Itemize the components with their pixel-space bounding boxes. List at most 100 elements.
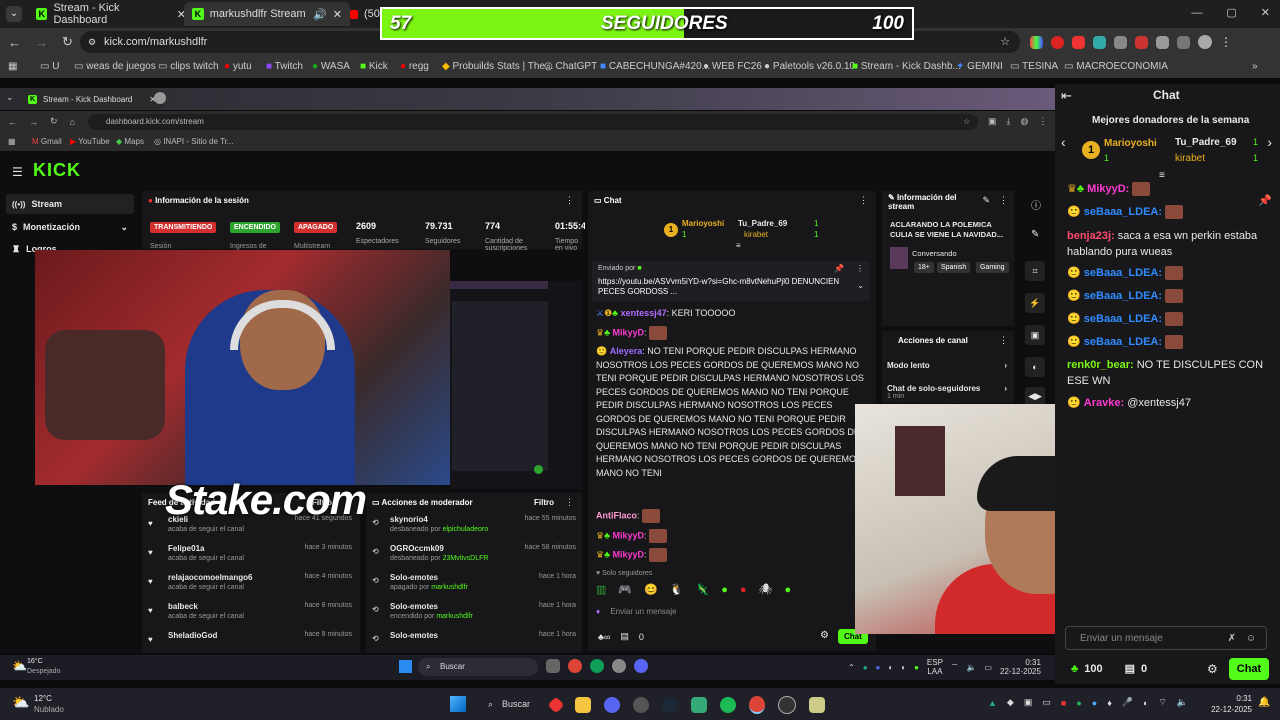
reading-list-icon[interactable] <box>1177 35 1190 49</box>
battery-icon[interactable]: ▭ <box>984 663 992 672</box>
bookmark-item[interactable]: ◆ Probuilds Stats | The... <box>442 61 553 72</box>
tray-app-icon[interactable]: ▭ <box>1042 697 1051 708</box>
extension-icon[interactable] <box>1114 35 1127 49</box>
steam-icon[interactable] <box>662 697 678 713</box>
wifi-icon[interactable]: ⌔ <box>1158 697 1166 708</box>
chat-username[interactable]: MikyyD <box>613 549 645 559</box>
mod-target[interactable]: Solo-emotes <box>390 631 438 640</box>
mod-target[interactable]: skynorio4 <box>390 515 428 524</box>
collapse-icon[interactable]: ≡ <box>736 241 741 250</box>
tab-search-icon[interactable]: ⌄ <box>6 6 22 22</box>
emoji-icon[interactable]: ☺ <box>1246 627 1256 651</box>
volume-icon[interactable]: 🔈 <box>966 663 976 672</box>
tray-app-icon[interactable]: ● <box>1092 698 1097 708</box>
apps-grid-icon[interactable]: ▦ <box>8 137 16 146</box>
tray-app-icon[interactable]: ▣ <box>1024 697 1033 708</box>
apps-grid-icon[interactable]: ▦ <box>8 61 17 72</box>
chat-username[interactable]: Aleyera <box>610 346 643 356</box>
bookmark-maps[interactable]: ◆ Maps <box>116 137 144 146</box>
inner-tab-kick-dashboard[interactable]: K Stream - Kick Dashboard ✕ <box>20 89 164 109</box>
menu-dots-icon[interactable]: ⋮ <box>565 195 574 206</box>
chevron-left-icon[interactable]: ‹ <box>1061 134 1066 150</box>
emote-icon[interactable]: ● <box>721 584 728 596</box>
action-slow-mode[interactable]: Modo lento › <box>887 361 1009 370</box>
app-icon[interactable] <box>547 696 565 714</box>
extension-icon[interactable] <box>1072 35 1085 49</box>
chrome-icon[interactable] <box>590 659 604 673</box>
menu-dots-icon[interactable]: ⋮ <box>1038 116 1047 127</box>
tray-app-icon[interactable]: ● <box>863 663 868 672</box>
emote-icon[interactable]: ▥ <box>596 583 606 596</box>
bookmark-item[interactable]: ■ Stream - Kick Dashb... <box>852 61 961 72</box>
download-icon[interactable]: ⤓ <box>1007 116 1011 127</box>
action-followers-only[interactable]: Chat de solo-seguidores › 1 min <box>887 384 1009 400</box>
new-tab-icon[interactable] <box>154 92 166 104</box>
taskbar-search[interactable]: ⌕ Buscar <box>480 694 540 714</box>
bookmark-item[interactable]: ■ Kick <box>360 61 388 72</box>
chrome-icon[interactable] <box>568 659 582 673</box>
profile-icon[interactable]: ◍ <box>1021 116 1029 127</box>
tray-app-icon[interactable]: ■ <box>1061 698 1066 708</box>
bookmark-item[interactable]: ▭ clips twitch <box>158 61 219 72</box>
spotify-icon[interactable] <box>720 697 736 713</box>
activity-user[interactable]: SheladioGod <box>168 631 217 640</box>
chat-username[interactable]: seBaaa_LDEA: <box>1084 336 1162 348</box>
mod-target[interactable]: OGROccmk09 <box>390 544 444 553</box>
emote-icon[interactable]: ● <box>785 584 792 596</box>
clock-time[interactable]: 0:31 <box>1025 658 1041 667</box>
tray-app-icon[interactable]: ▲ <box>988 698 997 708</box>
bookmark-item[interactable]: ● WEB FC26 <box>703 61 762 72</box>
chat-username[interactable]: seBaaa_LDEA: <box>1084 313 1162 325</box>
chat-username[interactable]: MikyyD: <box>1087 183 1129 195</box>
chat-username[interactable]: MikyyD <box>613 530 645 540</box>
bookmark-inapi[interactable]: ◎ INAPI - Sitio de Tr... <box>154 137 233 146</box>
info-icon[interactable]: ⓘ <box>1031 197 1041 212</box>
activity-user[interactable]: relajaocomoelmango6 <box>168 573 252 582</box>
app-icon[interactable] <box>809 697 825 713</box>
expand-icon[interactable]: ≡ <box>1159 170 1165 181</box>
chat-username[interactable]: AntiFlaco <box>596 510 637 520</box>
settings-gear-icon[interactable]: ⚙ <box>820 630 829 641</box>
chat-username[interactable]: renk0r_bear: <box>1067 359 1134 371</box>
menu-dots-icon[interactable]: ⋮ <box>999 335 1008 346</box>
tray-app-icon[interactable]: ◐ <box>888 663 893 672</box>
menu-dots-icon[interactable]: ⋮ <box>565 497 574 508</box>
nav-item-monetizacion[interactable]: $ Monetización ⌄ <box>6 218 134 236</box>
tab-search-icon[interactable]: ⌄ <box>6 92 14 103</box>
bookmark-item[interactable]: ▭ MACROECONOMIA <box>1064 61 1168 72</box>
bookmark-item[interactable]: ◎ ChatGPT <box>544 61 597 72</box>
tray-app-icon[interactable]: ● <box>876 663 881 672</box>
rail-button-icon[interactable]: ◐ <box>1025 357 1045 377</box>
emote-icon[interactable]: 🐧 <box>670 583 684 596</box>
back-icon[interactable]: ← <box>8 35 21 50</box>
gift-icon[interactable]: ▤ <box>1125 662 1135 675</box>
profile-avatar-icon[interactable] <box>1198 35 1212 49</box>
activity-user[interactable]: balbeck <box>168 602 198 611</box>
menu-dots-icon[interactable]: ⋮ <box>1220 35 1232 49</box>
site-info-icon[interactable]: ⚙ <box>88 31 96 53</box>
chat-username[interactable]: xentessj47 <box>621 308 667 318</box>
back-icon[interactable]: ← <box>8 117 17 127</box>
edit-icon[interactable]: ✎ <box>1031 229 1039 240</box>
star-icon[interactable]: ☆ <box>1000 31 1010 53</box>
bookmark-item[interactable]: ● yutu <box>224 61 252 72</box>
reload-icon[interactable]: ↻ <box>62 34 73 50</box>
tray-app-icon[interactable]: ● <box>914 663 919 672</box>
emote-icon[interactable]: 🎮 <box>618 583 632 596</box>
tray-app-icon[interactable]: ◐ <box>1143 698 1148 708</box>
edit-icon[interactable]: ✎ <box>982 195 990 206</box>
close-window-icon[interactable]: ✕ <box>1261 6 1270 19</box>
chat-username[interactable]: benja23j: <box>1067 230 1115 242</box>
rail-button-icon[interactable]: ◀▶ <box>1025 387 1045 405</box>
tab-markushdlfr-stream[interactable]: K markushdlfr Stream - Watc 🔊 ✕ <box>184 2 350 26</box>
extension-icon[interactable] <box>1093 35 1106 49</box>
maximize-icon[interactable]: ▢ <box>1226 6 1236 19</box>
close-icon[interactable]: ✕ <box>333 8 342 21</box>
tray-chevron-icon[interactable]: ⌃ <box>848 663 855 672</box>
tray-app-icon[interactable]: ◆ <box>1007 697 1014 708</box>
bookmark-item[interactable]: ✦ GEMINI <box>956 61 1003 72</box>
chevron-down-icon[interactable]: ⌄ <box>857 281 864 290</box>
settings-gear-icon[interactable]: ⚙ <box>1207 662 1218 676</box>
nav-item-stream[interactable]: ((•)) Stream <box>6 194 134 214</box>
discord-icon[interactable] <box>634 659 648 673</box>
